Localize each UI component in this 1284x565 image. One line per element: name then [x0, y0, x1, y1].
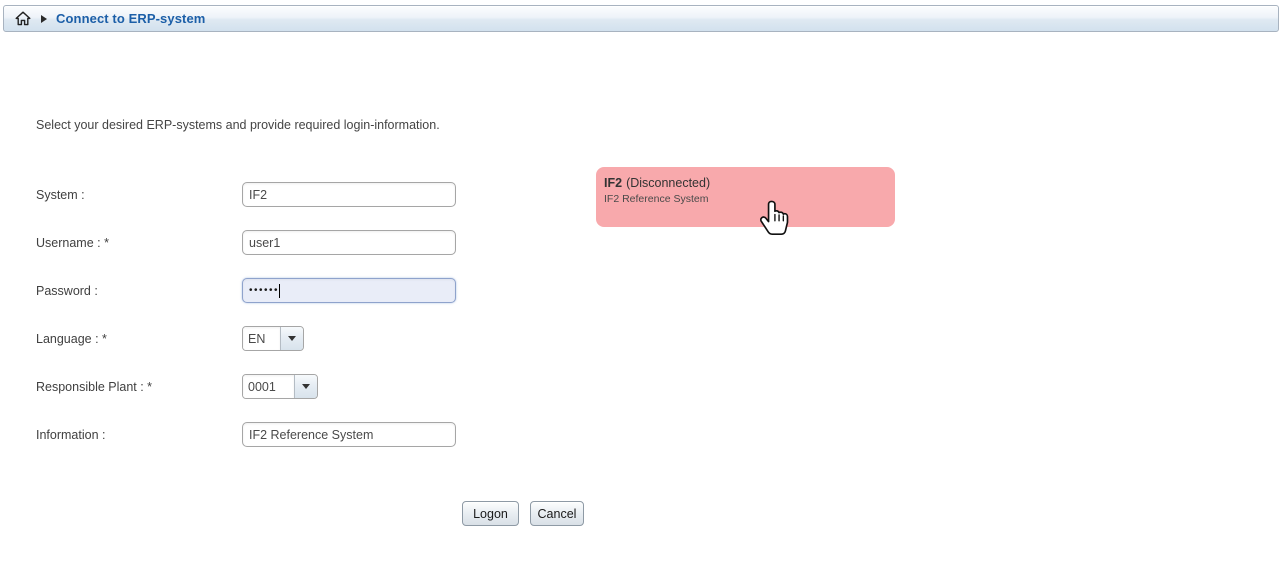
- status-title: IF2 (Disconnected): [604, 176, 885, 190]
- system-row: System : IF2: [36, 182, 456, 207]
- status-description: IF2 Reference System: [604, 193, 885, 205]
- text-caret: [279, 284, 280, 298]
- instruction-text: Select your desired ERP-systems and prov…: [36, 118, 440, 132]
- language-dropdown-button[interactable]: [281, 327, 303, 350]
- responsible-plant-select[interactable]: 0001: [242, 374, 318, 399]
- password-row: Password : ••••••: [36, 278, 456, 303]
- username-row: Username : * user1: [36, 230, 456, 255]
- breadcrumb-arrow-icon: [41, 15, 47, 23]
- chevron-down-icon: [288, 336, 296, 341]
- responsible-plant-row: Responsible Plant : * 0001: [36, 374, 318, 399]
- system-input[interactable]: IF2: [242, 182, 456, 207]
- responsible-plant-label: Responsible Plant : *: [36, 380, 242, 394]
- responsible-plant-dropdown-button[interactable]: [295, 375, 317, 398]
- username-input[interactable]: user1: [242, 230, 456, 255]
- logon-button[interactable]: Logon: [462, 501, 519, 526]
- erp-system-status-card[interactable]: IF2 (Disconnected) IF2 Reference System: [596, 167, 895, 227]
- home-icon[interactable]: [13, 9, 33, 29]
- information-input-value: IF2 Reference System: [249, 428, 373, 442]
- breadcrumb: Connect to ERP-system: [3, 5, 1279, 32]
- username-input-value: user1: [249, 236, 280, 250]
- language-select-value: EN: [243, 327, 281, 350]
- status-state: (Disconnected): [626, 176, 710, 190]
- password-input[interactable]: ••••••: [242, 278, 456, 303]
- username-label: Username : *: [36, 236, 242, 250]
- cancel-button[interactable]: Cancel: [530, 501, 584, 526]
- page-title: Connect to ERP-system: [56, 11, 205, 26]
- information-row: Information : IF2 Reference System: [36, 422, 456, 447]
- language-label: Language : *: [36, 332, 242, 346]
- information-label: Information :: [36, 428, 242, 442]
- language-row: Language : * EN: [36, 326, 304, 351]
- password-label: Password :: [36, 284, 242, 298]
- status-system-name: IF2: [604, 176, 622, 190]
- language-select[interactable]: EN: [242, 326, 304, 351]
- chevron-down-icon: [302, 384, 310, 389]
- hand-cursor-icon: [760, 200, 789, 241]
- password-input-value: ••••••: [249, 278, 279, 303]
- information-input[interactable]: IF2 Reference System: [242, 422, 456, 447]
- responsible-plant-select-value: 0001: [243, 375, 295, 398]
- system-label: System :: [36, 188, 242, 202]
- system-input-value: IF2: [249, 188, 267, 202]
